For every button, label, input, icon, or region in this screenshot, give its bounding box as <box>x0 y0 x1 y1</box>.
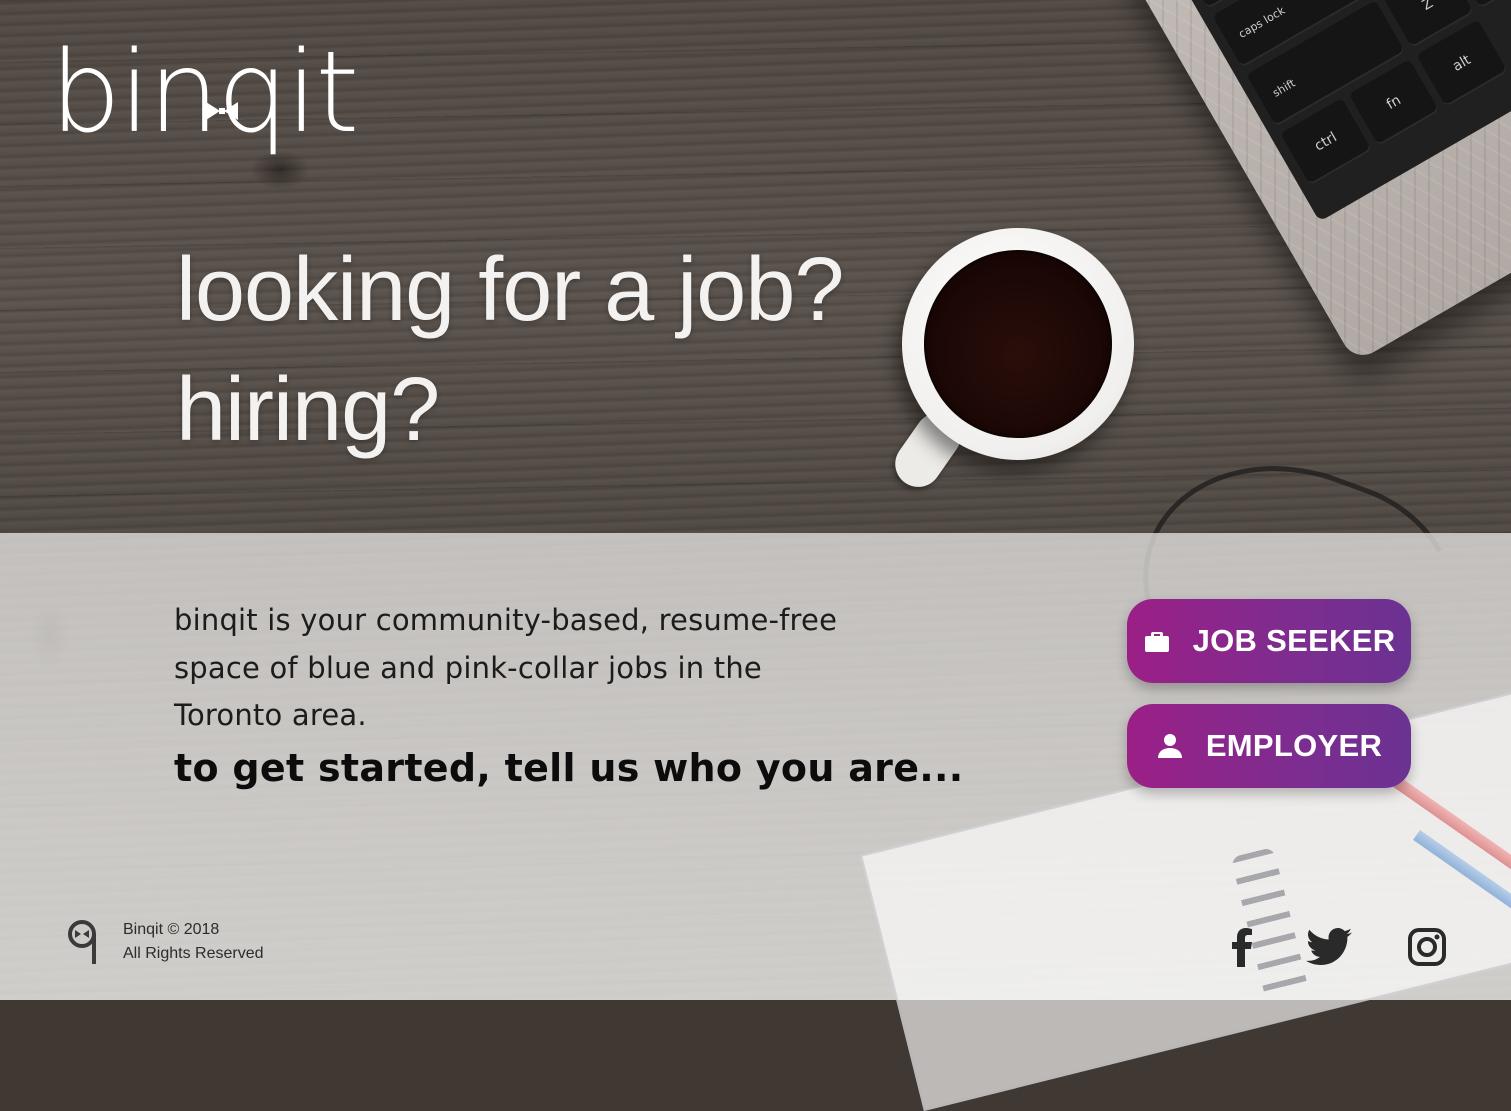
briefcase-icon <box>1144 632 1169 652</box>
logo-text: binqit <box>50 28 359 158</box>
twitter-icon <box>1306 928 1352 965</box>
logo[interactable]: binqit <box>50 28 359 158</box>
coffee-cup <box>902 228 1134 460</box>
coffee <box>924 250 1112 438</box>
instagram-icon <box>1408 928 1446 966</box>
facebook-icon <box>1232 928 1252 967</box>
facebook-link[interactable] <box>1226 925 1258 969</box>
bowtie-icon <box>206 102 238 120</box>
job-seeker-label: JOB SEEKER <box>1192 623 1396 658</box>
rights-line: All Rights Reserved <box>123 945 264 962</box>
person-icon <box>1157 734 1182 758</box>
instagram-link[interactable] <box>1406 925 1448 969</box>
job-seeker-button[interactable]: JOB SEEKER <box>1127 599 1411 683</box>
employer-button[interactable]: EMPLOYER <box>1127 704 1411 788</box>
twitter-link[interactable] <box>1304 925 1354 969</box>
footer-logo-icon[interactable] <box>66 918 102 966</box>
copyright-line: Binqit © 2018 <box>123 921 220 938</box>
call-to-action: to get started, tell us who you are... <box>174 746 964 790</box>
intro-description: binqit is your community-based, resume-f… <box>174 603 838 732</box>
copyright: Binqit © 2018 All Rights Reserved <box>123 918 264 966</box>
headline-hiring: hiring? <box>176 360 440 460</box>
employer-label: EMPLOYER <box>1205 728 1383 763</box>
headline-job: looking for a job? <box>176 240 844 340</box>
